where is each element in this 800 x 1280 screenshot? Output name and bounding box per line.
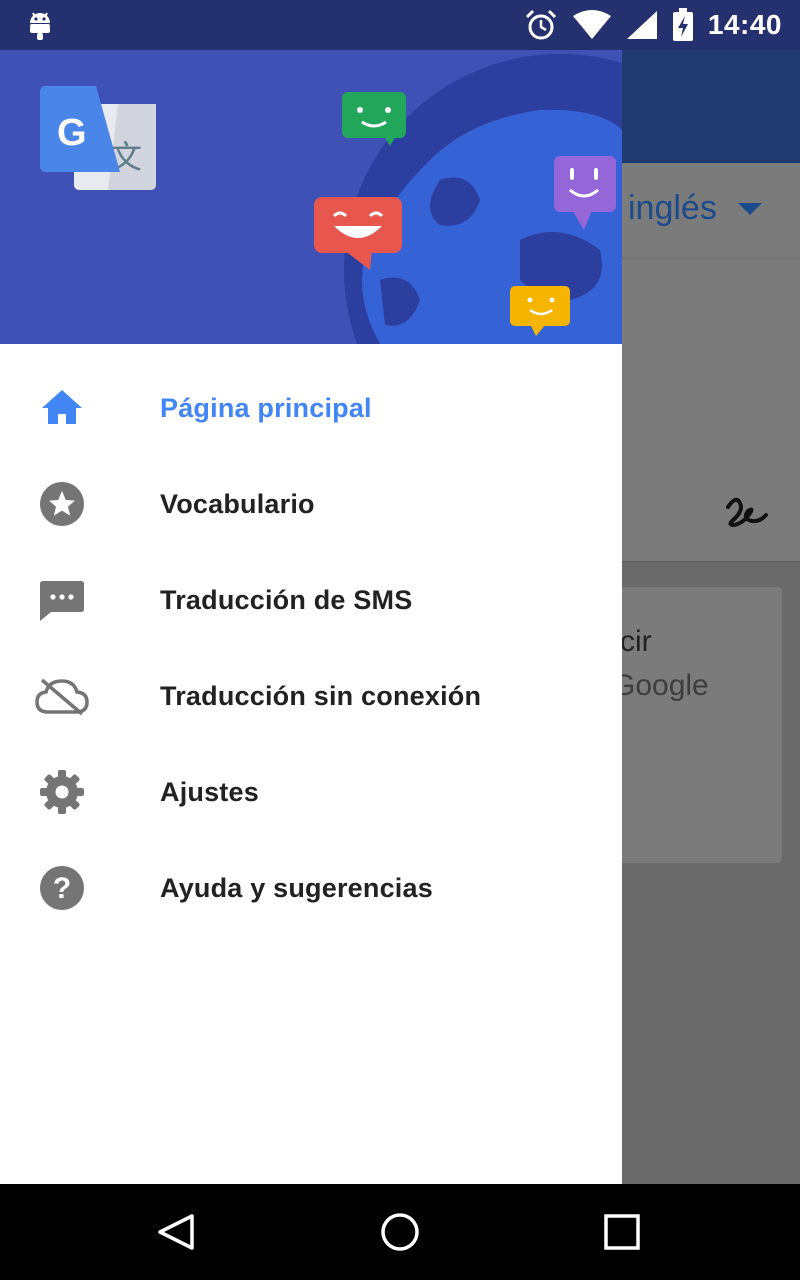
svg-text:?: ? [53,872,71,905]
signal-icon [626,11,657,39]
background-card-text: cir [620,625,652,658]
svg-text:G: G [57,112,87,154]
drawer-item-label: Vocabulario [160,488,315,519]
drawer-item-label: Traducción de SMS [160,584,413,615]
drawer-item-help[interactable]: ? Ayuda y sugerencias [0,840,622,936]
drawer-item-home[interactable]: Página principal [0,360,622,456]
battery-charging-icon [672,8,693,41]
back-icon[interactable] [156,1212,196,1252]
alarm-icon [525,9,556,40]
star-icon [34,480,90,528]
status-bar: 14:40 [0,0,800,50]
system-navigation-bar [0,1184,800,1280]
background-card: cir Google [600,587,782,863]
status-time: 14:40 [707,9,782,40]
target-language-label: inglés [628,189,717,227]
home-icon [34,384,90,432]
navigation-drawer: 文 G Página principal Vocabulario Traducc… [0,50,622,1184]
recents-icon[interactable] [602,1212,642,1252]
drawer-item-label: Traducción sin conexión [160,680,482,711]
sms-icon [34,576,90,624]
google-translate-logo: 文 G [40,86,156,190]
drawer-item-vocabulary[interactable]: Vocabulario [0,456,622,552]
drawer-menu: Página principal Vocabulario Traducción … [0,360,622,936]
chat-bubble-green [342,92,406,146]
language-dropdown-caret-icon [738,203,762,215]
drawer-item-offline-translation[interactable]: Traducción sin conexión [0,648,622,744]
settings-icon [34,768,90,816]
help-icon: ? [34,864,90,912]
home-circle-icon[interactable] [380,1212,420,1252]
drawer-item-sms-translation[interactable]: Traducción de SMS [0,552,622,648]
drawer-header: 文 G [0,50,622,344]
cloud-off-icon [34,672,90,720]
android-icon [30,12,50,40]
drawer-item-label: Ajustes [160,776,259,807]
drawer-item-settings[interactable]: Ajustes [0,744,622,840]
wifi-icon [572,10,611,39]
drawer-item-label: Ayuda y sugerencias [160,872,433,903]
background-card-subtext: Google [612,669,709,702]
handwriting-icon [726,497,768,528]
drawer-item-label: Página principal [160,392,372,423]
